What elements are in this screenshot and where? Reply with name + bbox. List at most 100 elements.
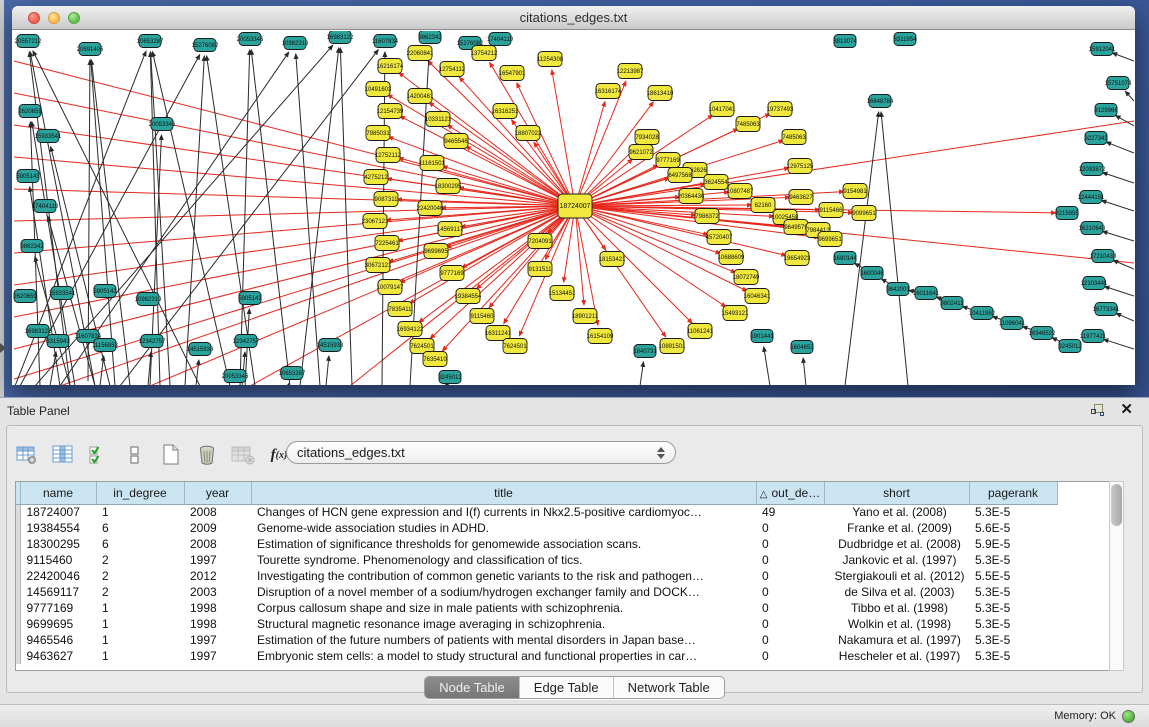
network-canvas[interactable]: 2055721220691406106532871527608220053346… [13, 31, 1134, 385]
table-cell[interactable]: Embryonic stem cells: a model to study s… [251, 648, 756, 664]
table-cell[interactable]: 5.3E-5 [969, 600, 1057, 616]
table-cell[interactable]: 5.3E-5 [969, 632, 1057, 648]
table-row[interactable]: 969969511998Structural magnetic resonanc… [16, 616, 1057, 632]
table-cell[interactable]: de Silva et al. (2003) [824, 584, 969, 600]
show-columns-icon[interactable] [51, 444, 75, 466]
table-cell[interactable]: Investigating the contribution of common… [251, 568, 756, 584]
table-cell[interactable]: 5.5E-5 [969, 568, 1057, 584]
graph-edge[interactable] [803, 358, 806, 385]
graph-edge[interactable] [881, 112, 908, 385]
table-row[interactable]: 1830029562008Estimation of significance … [16, 536, 1057, 552]
table-cell[interactable]: 0 [756, 536, 824, 552]
table-select-dropdown[interactable]: citations_edges.txt [286, 441, 676, 464]
table-cell[interactable]: 5.3E-5 [969, 584, 1057, 600]
column-header-in-degree[interactable]: in_degree [96, 482, 184, 504]
table-cell[interactable]: Hescheler et al. (1997) [824, 648, 969, 664]
table-cell[interactable]: 9465546 [20, 632, 96, 648]
table-cell[interactable]: 18724007 [20, 504, 96, 520]
graph-edge[interactable] [326, 356, 329, 385]
float-panel-icon[interactable] [1091, 404, 1105, 418]
table-cell[interactable]: 9115460 [20, 552, 96, 568]
table-cell[interactable]: Jankovic et al. (1997) [824, 552, 969, 568]
graph-edge[interactable] [575, 206, 692, 323]
table-cell[interactable]: 0 [756, 616, 824, 632]
table-row[interactable]: 1872400712008Changes of HCN gene express… [16, 504, 1057, 520]
graph-edge[interactable] [1101, 200, 1134, 211]
table-cell[interactable]: 6 [96, 536, 184, 552]
table-row[interactable]: 977716911998Corpus callosum shape and si… [16, 600, 1057, 616]
graph-edge[interactable] [575, 206, 584, 305]
table-cell[interactable]: 0 [756, 568, 824, 584]
table-cell[interactable]: 1997 [184, 552, 251, 568]
table-cell[interactable]: 5.3E-5 [969, 552, 1057, 568]
graph-edge[interactable] [1102, 172, 1134, 183]
table-cell[interactable]: Tibbo et al. (1998) [824, 600, 969, 616]
table-row[interactable]: 2242004622012Investigating the contribut… [16, 568, 1057, 584]
table-cell[interactable]: 0 [756, 584, 824, 600]
table-cell[interactable]: 1 [96, 504, 184, 520]
graph-edge[interactable] [14, 189, 575, 206]
graph-edge[interactable] [575, 102, 605, 206]
graph-edge[interactable] [640, 362, 643, 385]
table-cell[interactable]: Estimation of the future numbers of pati… [251, 632, 756, 648]
table-header-row[interactable]: name in_degree year title △out_de… short… [16, 482, 1057, 504]
graph-edge[interactable] [1103, 339, 1134, 349]
graph-edge[interactable] [1103, 231, 1134, 241]
new-file-icon[interactable] [159, 444, 183, 466]
table-row[interactable]: 1456911722003Disruption of a novel membe… [16, 584, 1057, 600]
table-cell[interactable]: Stergiakouli et al. (2012) [824, 568, 969, 584]
table-cell[interactable]: 2 [96, 584, 184, 600]
graph-edge[interactable] [300, 48, 339, 385]
graph-edge[interactable] [1112, 53, 1134, 61]
table-row[interactable]: 946554611997Estimation of the future num… [16, 632, 1057, 648]
table-cell[interactable]: 1 [96, 648, 184, 664]
graph-edge[interactable] [1116, 313, 1134, 321]
graph-edge[interactable] [575, 206, 598, 325]
graph-edge[interactable] [1106, 142, 1134, 153]
table-row[interactable]: 1938455462009Genome-wide association stu… [16, 520, 1057, 536]
graph-edge[interactable] [150, 206, 575, 385]
panel-collapse-arrow-icon[interactable] [0, 343, 6, 353]
graph-edge[interactable] [575, 206, 747, 291]
column-header-year[interactable]: year [184, 482, 251, 504]
table-cell[interactable]: Estimation of significance thresholds fo… [251, 536, 756, 552]
unselect-all-columns-icon[interactable] [123, 444, 147, 466]
table-cell[interactable]: 2012 [184, 568, 251, 584]
table-cell[interactable]: 19384554 [20, 520, 96, 536]
table-cell[interactable]: Wolkin et al. (1998) [824, 616, 969, 632]
table-cell[interactable]: 2009 [184, 520, 251, 536]
column-header-pagerank[interactable]: pagerank [969, 482, 1057, 504]
column-header-short[interactable]: short [824, 482, 969, 504]
table-cell[interactable]: 1998 [184, 616, 251, 632]
table-cell[interactable]: 9699695 [20, 616, 96, 632]
table-row[interactable]: 946362711997Embryonic stem cells: a mode… [16, 648, 1057, 664]
table-cell[interactable]: 49 [756, 504, 824, 520]
table-cell[interactable]: Nakamura et al. (1997) [824, 632, 969, 648]
table-cell[interactable]: Structural magnetic resonance image aver… [251, 616, 756, 632]
table-cell[interactable]: 6 [96, 520, 184, 536]
graph-edge[interactable] [575, 206, 786, 255]
table-cell[interactable]: 0 [756, 552, 824, 568]
graph-edge[interactable] [387, 95, 575, 206]
delete-table-icon[interactable] [195, 444, 219, 466]
column-header-out-degree[interactable]: △out_de… [756, 482, 824, 504]
table-cell[interactable]: 5.6E-5 [969, 520, 1057, 536]
table-cell[interactable]: 9777169 [20, 600, 96, 616]
table-cell[interactable]: Tourette syndrome. Phenomenology and cla… [251, 552, 756, 568]
table-cell[interactable]: 2003 [184, 584, 251, 600]
table-cell[interactable]: 1997 [184, 648, 251, 664]
graph-edge[interactable] [1125, 91, 1134, 101]
graph-edge[interactable] [1104, 286, 1134, 296]
table-cell[interactable]: 1 [96, 632, 184, 648]
table-cell[interactable]: 0 [756, 520, 824, 536]
select-all-columns-icon[interactable] [87, 444, 111, 466]
graph-edge[interactable] [250, 206, 575, 385]
table-settings-icon[interactable] [15, 444, 39, 466]
table-cell[interactable]: 5.3E-5 [969, 504, 1057, 520]
tab-node-table[interactable]: Node Table [425, 677, 520, 698]
table-cell[interactable]: 1997 [184, 632, 251, 648]
graph-edge[interactable] [288, 384, 289, 385]
table-cell[interactable]: 2 [96, 568, 184, 584]
graph-edge[interactable] [14, 206, 575, 317]
table-cell[interactable]: 0 [756, 600, 824, 616]
